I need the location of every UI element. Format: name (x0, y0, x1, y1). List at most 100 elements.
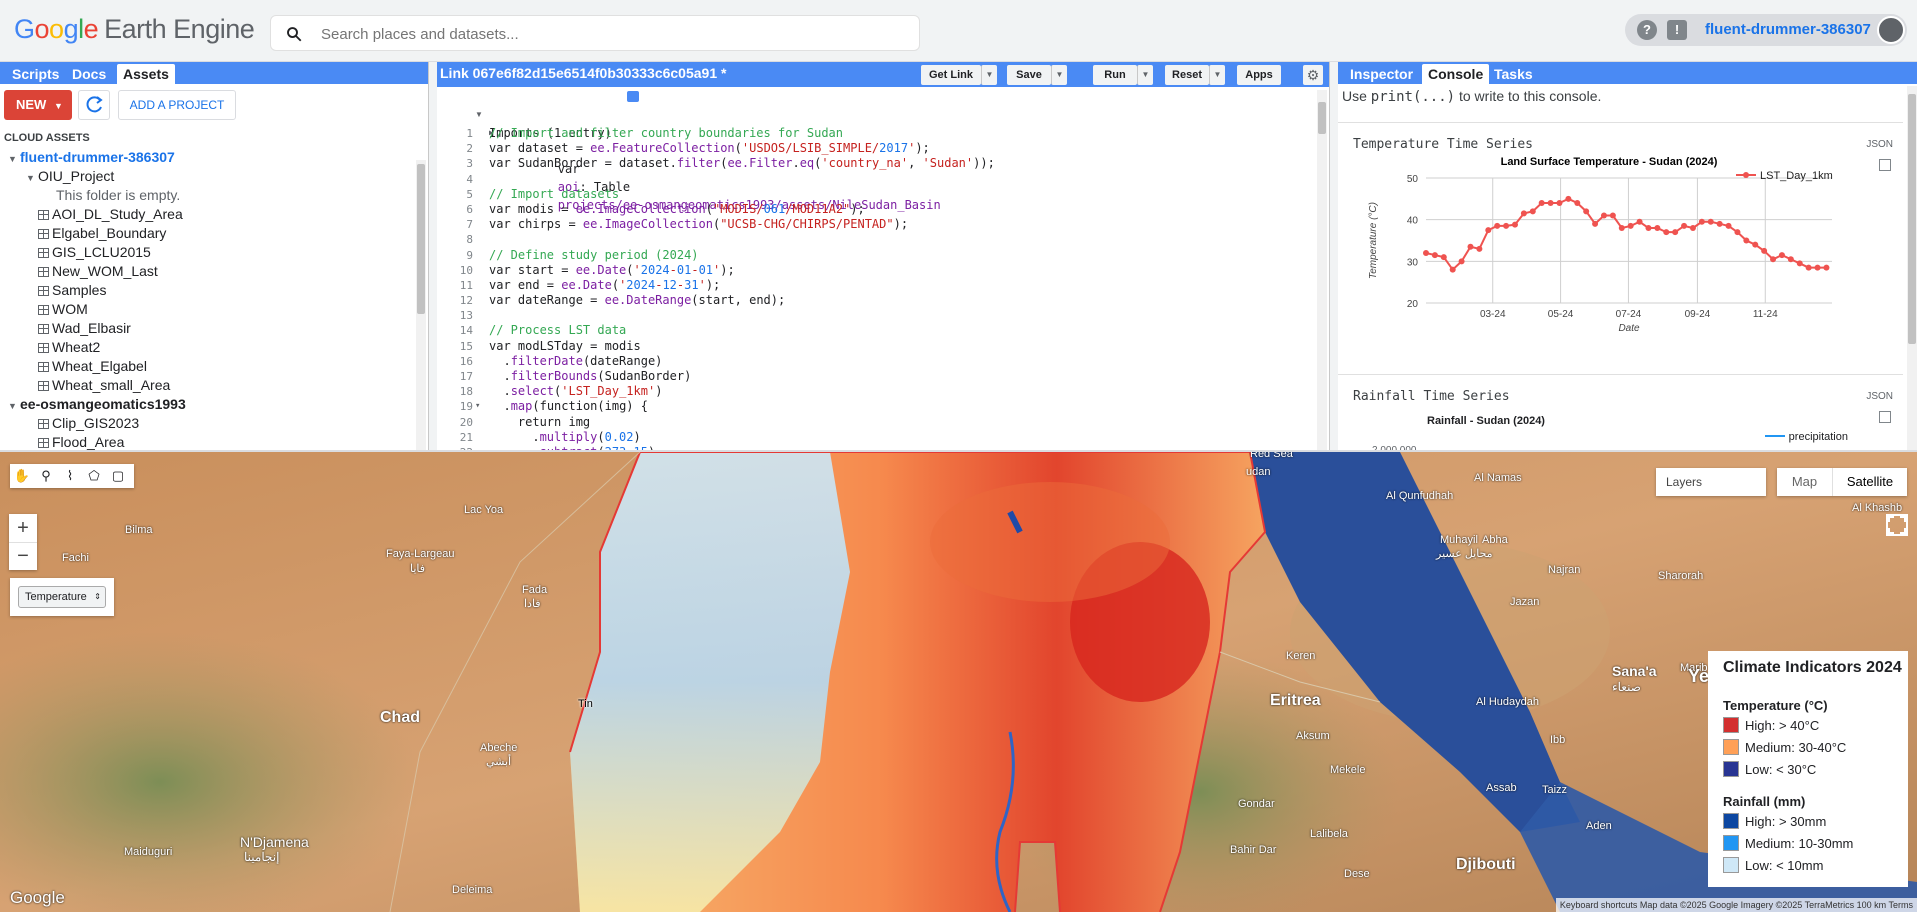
code-line[interactable]: 18 .select('LST_Day_1km') (437, 384, 1317, 399)
code-line[interactable]: 15 var modLSTday = modis (437, 339, 1317, 354)
fullscreen-icon[interactable] (1886, 514, 1908, 536)
console-scrollbar[interactable] (1907, 86, 1917, 452)
map-type-satellite-button[interactable]: Satellite (1833, 468, 1907, 496)
code-line[interactable]: 11 var end = ee.Date('2024-12-31'); (437, 278, 1317, 293)
import-entry[interactable]: ▶ var aoi: Table projects/ee-osmangeomat… (437, 106, 1317, 212)
y-axis-label: Temperature (°C) (1368, 202, 1379, 279)
reset-button[interactable]: Reset (1165, 65, 1209, 85)
legend-swatch (1723, 761, 1739, 777)
map-view[interactable]: Chad Eritrea Djibouti Sana'a صنعاء Bilma… (0, 452, 1917, 912)
editor-scrollbar[interactable] (1317, 90, 1327, 452)
code-line[interactable]: 21 .multiply(0.02) (437, 430, 1317, 445)
get-link-dropdown[interactable]: ▼ (981, 65, 997, 85)
code-line[interactable]: 3 var SudanBorder = dataset.filter(ee.Fil… (437, 156, 1317, 171)
asset-table-item[interactable]: New_WOM_Last (0, 262, 410, 281)
code-line[interactable]: 7 var chirps = ee.ImageCollection("UCSB-C… (437, 217, 1317, 232)
code-line[interactable]: 14 // Process LST data (437, 323, 1317, 338)
save-button[interactable]: Save (1007, 65, 1051, 85)
zoom-out-button[interactable]: − (9, 542, 37, 570)
layers-button[interactable]: Layers (1656, 468, 1766, 496)
tab-tasks[interactable]: Tasks (1488, 64, 1539, 84)
avatar[interactable] (1877, 16, 1905, 44)
feedback-icon[interactable]: ! (1667, 20, 1687, 40)
rainfall-legend: precipitation (1764, 431, 1848, 443)
rectangle-icon[interactable]: ▢ (106, 464, 130, 488)
asset-table-item[interactable]: Samples (0, 281, 410, 300)
code-line[interactable]: 17 .filterBounds(SudanBorder) (437, 369, 1317, 384)
tab-scripts[interactable]: Scripts (6, 64, 65, 84)
asset-table-item[interactable]: Wad_Elbasir (0, 319, 410, 338)
project-selector[interactable]: fluent-drummer-386307 (1705, 21, 1871, 38)
map-attribution[interactable]: Keyboard shortcuts Map data ©2025 Google… (1555, 898, 1917, 912)
table-icon (38, 438, 49, 448)
asset-table-item[interactable]: Wheat_small_Area (0, 376, 410, 395)
data-point (1449, 266, 1456, 273)
fold-icon[interactable]: ▾ (475, 399, 480, 414)
code-line[interactable]: 12 var dateRange = ee.DateRange(start, en… (437, 293, 1317, 308)
earth-engine-logo[interactable]: Google Earth Engine (14, 14, 255, 45)
code-line[interactable]: 1 // Import and filter country boundaries… (437, 126, 1317, 141)
asset-table-item[interactable]: Elgabel_Boundary (0, 224, 410, 243)
popout-icon[interactable] (1879, 411, 1891, 423)
run-button[interactable]: Run (1093, 65, 1137, 85)
code-text: var modLSTday = modis (489, 338, 641, 353)
script-title[interactable]: Link 067e6f82d15e6514f0b30333c6c05a91 * (440, 65, 726, 81)
import-info-icon[interactable] (627, 91, 639, 102)
code-line[interactable]: 8 (437, 232, 1317, 247)
code-line[interactable]: 13 (437, 308, 1317, 323)
vertical-splitter[interactable] (1330, 62, 1338, 452)
tab-assets[interactable]: Assets (117, 64, 175, 84)
asset-table-item[interactable]: GIS_LCLU2015 (0, 243, 410, 262)
reset-dropdown[interactable]: ▼ (1209, 65, 1225, 85)
data-point (1752, 241, 1759, 248)
code-line[interactable]: 5 // Import datasets (437, 187, 1317, 202)
zoom-in-button[interactable]: + (9, 514, 37, 542)
marker-icon[interactable]: ⚲ (34, 464, 58, 488)
code-line[interactable]: 20 return img (437, 415, 1317, 430)
scrollbar-thumb[interactable] (1908, 94, 1916, 344)
code-line[interactable]: 16 .filterDate(dateRange) (437, 354, 1317, 369)
code-line[interactable]: 19 .map(function(img) {▾ (437, 399, 1317, 414)
apps-button[interactable]: Apps (1237, 65, 1281, 85)
json-button[interactable]: JSON (1866, 391, 1893, 402)
refresh-button[interactable] (78, 90, 110, 120)
scrollbar-thumb[interactable] (417, 164, 425, 314)
legend-item-label: Low: < 30°C (1745, 762, 1817, 777)
tab-inspector[interactable]: Inspector (1344, 64, 1419, 84)
map-type-map-button[interactable]: Map (1777, 468, 1833, 496)
scrollbar-thumb[interactable] (1318, 102, 1326, 134)
asset-table-item[interactable]: Clip_GIS2023 (0, 414, 410, 433)
hand-icon[interactable]: ✋ (10, 464, 34, 488)
map-label-al-hudaydah: Al Hudaydah (1476, 696, 1539, 708)
code-line[interactable]: 10 var start = ee.Date('2024-01-01'); (437, 263, 1317, 278)
asset-table-item[interactable]: Wheat_Elgabel (0, 357, 410, 376)
asset-table-item[interactable]: Wheat2 (0, 338, 410, 357)
search-input[interactable] (321, 24, 901, 44)
asset-tree-node[interactable]: ▼ OIU_Project (0, 167, 410, 186)
add-project-button[interactable]: ADD A PROJECT (118, 90, 236, 120)
vertical-splitter[interactable] (429, 62, 437, 452)
asset-table-item[interactable]: WOM (0, 300, 410, 319)
code-line[interactable]: 6 var modis = ee.ImageCollection("MODIS/0… (437, 202, 1317, 217)
polygon-icon[interactable]: ⬠ (82, 464, 106, 488)
code-line[interactable]: 9 // Define study period (2024) (437, 248, 1317, 263)
save-dropdown[interactable]: ▼ (1051, 65, 1067, 85)
polyline-icon[interactable]: ⌇ (58, 464, 82, 488)
asset-tree-node[interactable]: ▼ ee-osmangeomatics1993 (0, 395, 410, 414)
code-line[interactable]: 2 var dataset = ee.FeatureCollection('USD… (437, 141, 1317, 156)
new-button[interactable]: NEW ▼ (4, 90, 72, 120)
asset-table-item[interactable]: AOI_DL_Study_Area (0, 205, 410, 224)
help-icon[interactable]: ? (1637, 20, 1657, 40)
search-box[interactable] (270, 15, 920, 51)
line-number: 19 (459, 400, 473, 414)
get-link-button[interactable]: Get Link (921, 65, 981, 85)
tab-docs[interactable]: Docs (66, 64, 112, 84)
layer-select[interactable]: Temperature ⇕ (18, 586, 106, 608)
code-area[interactable]: 1 // Import and filter country boundaries… (437, 126, 1317, 452)
code-line[interactable]: 4 (437, 172, 1317, 187)
assets-scrollbar[interactable] (416, 160, 426, 450)
gear-icon[interactable]: ⚙ (1303, 65, 1323, 85)
run-dropdown[interactable]: ▼ (1137, 65, 1153, 85)
asset-tree-node[interactable]: ▼ fluent-drummer-386307 (0, 148, 410, 167)
tab-console[interactable]: Console (1422, 64, 1490, 84)
